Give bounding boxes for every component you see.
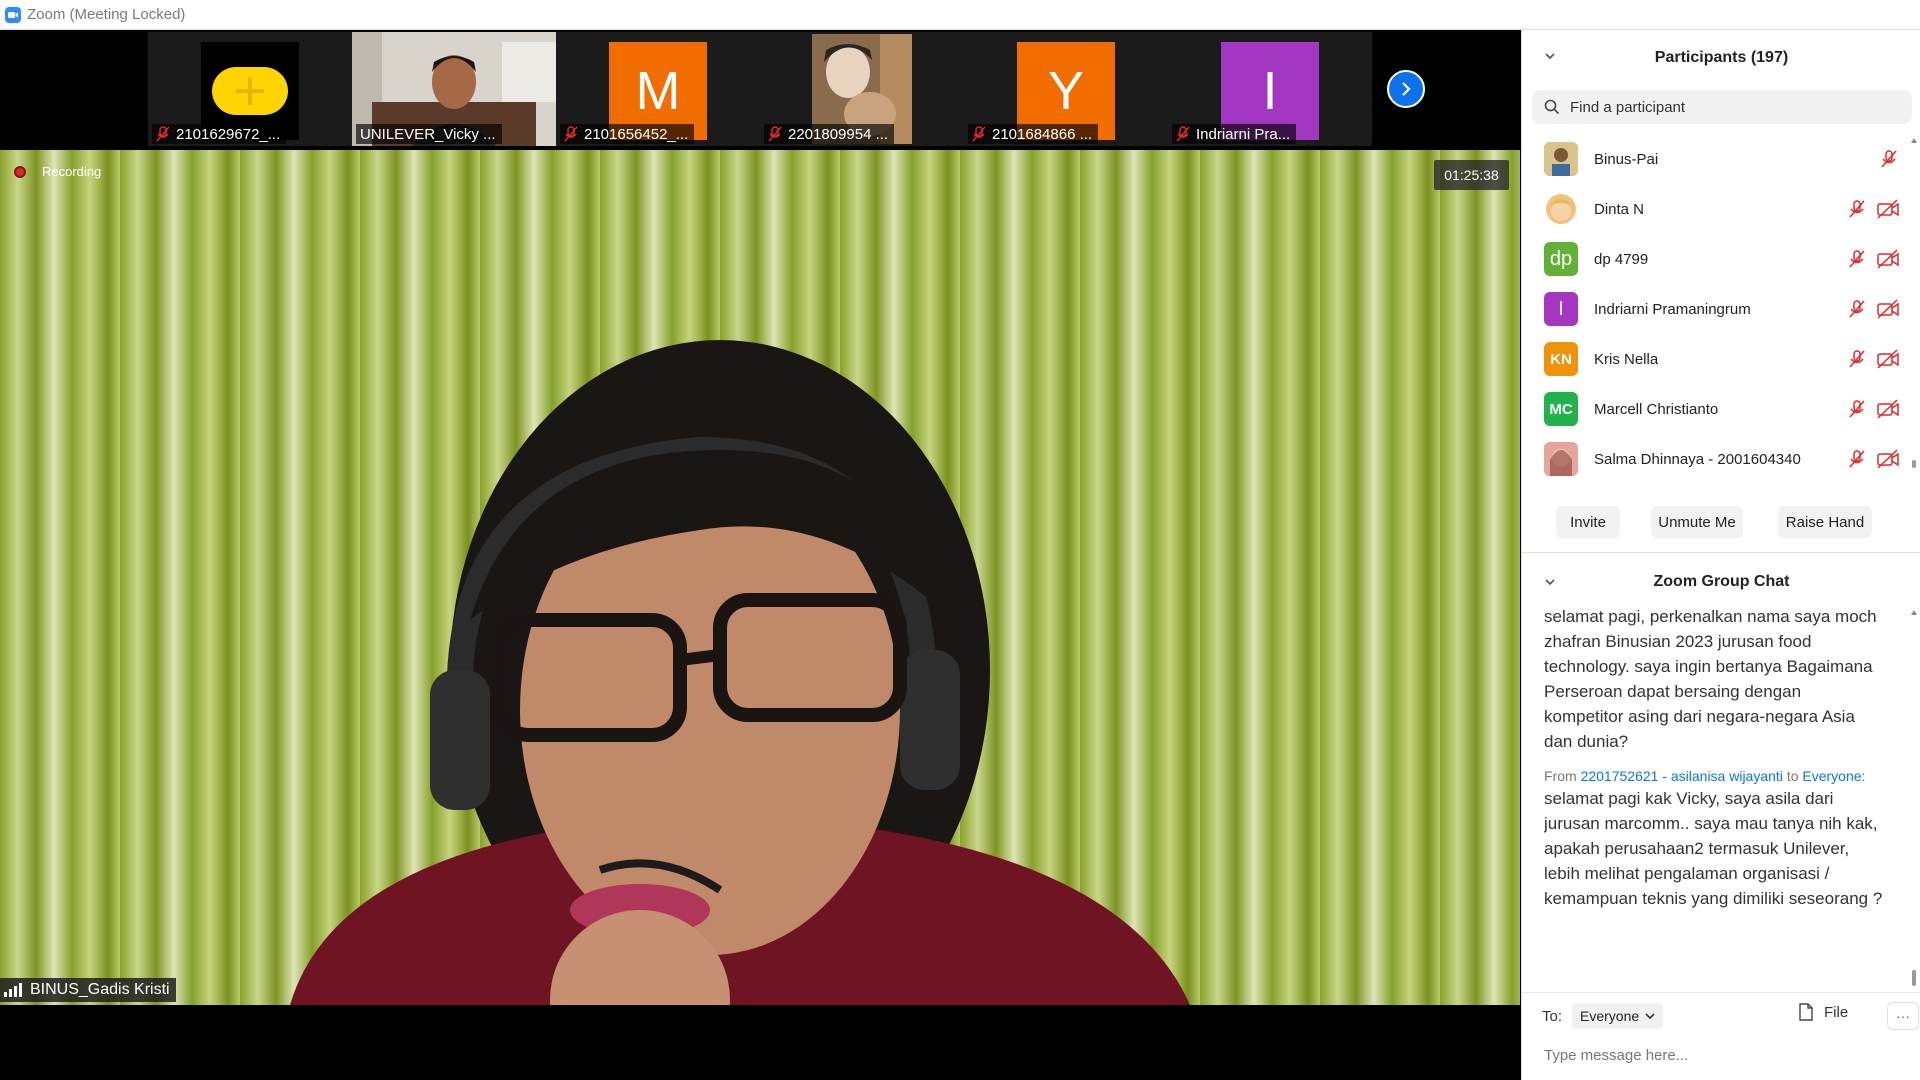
participant-thumbnail[interactable]: 2101629672_...	[148, 32, 352, 146]
title-bar: Zoom (Meeting Locked)	[0, 0, 1920, 30]
collapse-chevron-icon[interactable]	[1544, 576, 1556, 588]
thumbnail-label: 2101684866 ...	[968, 124, 1099, 144]
panel-divider	[1522, 552, 1920, 553]
avatar: KN	[1544, 342, 1578, 376]
video-off-icon[interactable]	[1876, 298, 1900, 320]
participants-header: Participants (197)	[1522, 30, 1920, 86]
side-panel: Participants (197) Binus-Pai Dinta N	[1521, 30, 1920, 1080]
participant-list: Binus-Pai Dinta N dp dp 4799 I Indriarni…	[1522, 130, 1920, 510]
mic-muted-icon[interactable]	[1846, 298, 1868, 320]
participants-title: Participants (197)	[1654, 49, 1789, 66]
speaker-name-label: BINUS_Gadis Kristi	[0, 978, 176, 1002]
participant-row[interactable]: KN Kris Nella	[1522, 334, 1912, 384]
meeting-stage: 2101629672_... UNILEVER_Vicky ... M 2101…	[0, 30, 1520, 1080]
recording-indicator: Recording	[14, 164, 101, 179]
photo-avatar-icon	[1544, 442, 1578, 476]
video-off-icon[interactable]	[1876, 248, 1900, 270]
recipient-link[interactable]: Everyone:	[1802, 768, 1865, 784]
mic-muted-icon[interactable]	[1846, 448, 1868, 470]
video-off-icon[interactable]	[1876, 398, 1900, 420]
plus-avatar-icon	[212, 67, 288, 115]
mic-muted-icon	[768, 126, 782, 142]
collapse-chevron-icon[interactable]	[1544, 50, 1556, 62]
signal-strength-icon	[4, 983, 22, 997]
more-options-button[interactable]: ···	[1887, 1002, 1919, 1030]
video-off-icon[interactable]	[1876, 198, 1900, 220]
participant-row[interactable]: MC Marcell Christianto	[1522, 384, 1912, 434]
to-label: To:	[1542, 1007, 1563, 1025]
unmute-me-button[interactable]: Unmute Me	[1651, 506, 1743, 538]
thumbnail-label: 2101656452_...	[560, 124, 695, 144]
mic-muted-icon	[564, 126, 578, 142]
mic-muted-icon[interactable]	[1846, 348, 1868, 370]
participant-thumbnail[interactable]: M 2101656452_...	[556, 32, 760, 146]
participant-thumbnail[interactable]: UNILEVER_Vicky ...	[352, 32, 556, 146]
participant-row[interactable]: I Indriarni Pramaningrum	[1522, 284, 1912, 334]
emoji-avatar-icon	[1546, 194, 1576, 224]
mic-muted-icon[interactable]	[1878, 148, 1900, 170]
chat-scrollbar[interactable]	[1911, 610, 1917, 992]
mic-muted-icon	[156, 126, 170, 142]
thumbnail-label: Indriarni Pra...	[1172, 124, 1297, 144]
mic-muted-icon	[972, 126, 986, 142]
mic-muted-icon[interactable]	[1846, 198, 1868, 220]
avatar	[1544, 142, 1578, 176]
chat-message-input[interactable]	[1542, 1042, 1906, 1068]
chevron-down-icon	[1645, 1013, 1655, 1020]
sender-name-link[interactable]: 2201752621 - asilanisa wijayanti	[1581, 768, 1783, 784]
video-off-icon[interactable]	[1876, 348, 1900, 370]
thumbnail-label: UNILEVER_Vicky ...	[356, 124, 502, 144]
chat-recipient-row: To: Everyone File ···	[1542, 1000, 1919, 1032]
mic-muted-icon[interactable]	[1846, 398, 1868, 420]
participant-row[interactable]: dp dp 4799	[1522, 234, 1912, 284]
chat-message: selamat pagi, perkenalkan nama saya moch…	[1544, 607, 1877, 751]
speaker-video-frame	[0, 150, 1520, 1005]
meeting-timer: 01:25:38	[1434, 160, 1509, 190]
avatar: MC	[1544, 392, 1578, 426]
photo-avatar-icon	[1544, 142, 1578, 176]
recording-dot-icon	[14, 165, 26, 178]
participant-thumbnail[interactable]: I Indriarni Pra...	[1168, 32, 1372, 146]
participant-search[interactable]	[1532, 90, 1912, 124]
chat-message-sender: From 2201752621 - asilanisa wijayanti to…	[1544, 768, 1866, 784]
participant-row[interactable]: Salma Dhinnaya - 2001604340	[1522, 434, 1912, 484]
participant-actions: Invite Unmute Me Raise Hand	[1522, 504, 1920, 544]
chat-header: Zoom Group Chat	[1522, 554, 1920, 610]
thumbnail-strip: 2101629672_... UNILEVER_Vicky ... M 2101…	[0, 30, 1520, 148]
recipient-select[interactable]: Everyone	[1572, 1003, 1664, 1029]
file-icon	[1799, 1003, 1813, 1021]
chat-messages: selamat pagi, perkenalkan nama saya moch…	[1544, 604, 1884, 974]
avatar: I	[1544, 292, 1578, 326]
participant-name: Binus-Pai	[1594, 150, 1659, 168]
participant-row[interactable]: Dinta N	[1522, 184, 1912, 234]
chat-title: Zoom Group Chat	[1653, 573, 1790, 590]
avatar: dp	[1544, 242, 1578, 276]
chat-message: selamat pagi kak Vicky, saya asila dari …	[1544, 789, 1883, 908]
file-button[interactable]: File	[1798, 1003, 1848, 1021]
zoom-logo-icon	[5, 6, 21, 23]
participant-search-input[interactable]	[1568, 97, 1902, 117]
participant-thumbnail[interactable]: Y 2101684866 ...	[964, 32, 1168, 146]
participant-thumbnail[interactable]: 2201809954 ...	[760, 32, 964, 146]
raise-hand-button[interactable]: Raise Hand	[1778, 506, 1872, 538]
chevron-right-icon	[1402, 82, 1411, 96]
invite-button[interactable]: Invite	[1556, 506, 1620, 538]
participants-scrollbar[interactable]	[1911, 138, 1917, 470]
video-off-icon[interactable]	[1876, 448, 1900, 470]
next-page-button[interactable]	[1387, 70, 1425, 108]
participant-row[interactable]: Binus-Pai	[1522, 134, 1912, 184]
active-speaker-video	[0, 150, 1520, 1005]
thumbnail-label: 2101629672_...	[152, 124, 287, 144]
mic-muted-icon[interactable]	[1846, 248, 1868, 270]
mic-muted-icon	[1176, 126, 1190, 142]
avatar	[1544, 442, 1578, 476]
search-icon	[1544, 99, 1560, 115]
thumbnail-label: 2201809954 ...	[764, 124, 895, 144]
avatar	[1544, 192, 1578, 226]
window-title: Zoom (Meeting Locked)	[27, 6, 186, 23]
